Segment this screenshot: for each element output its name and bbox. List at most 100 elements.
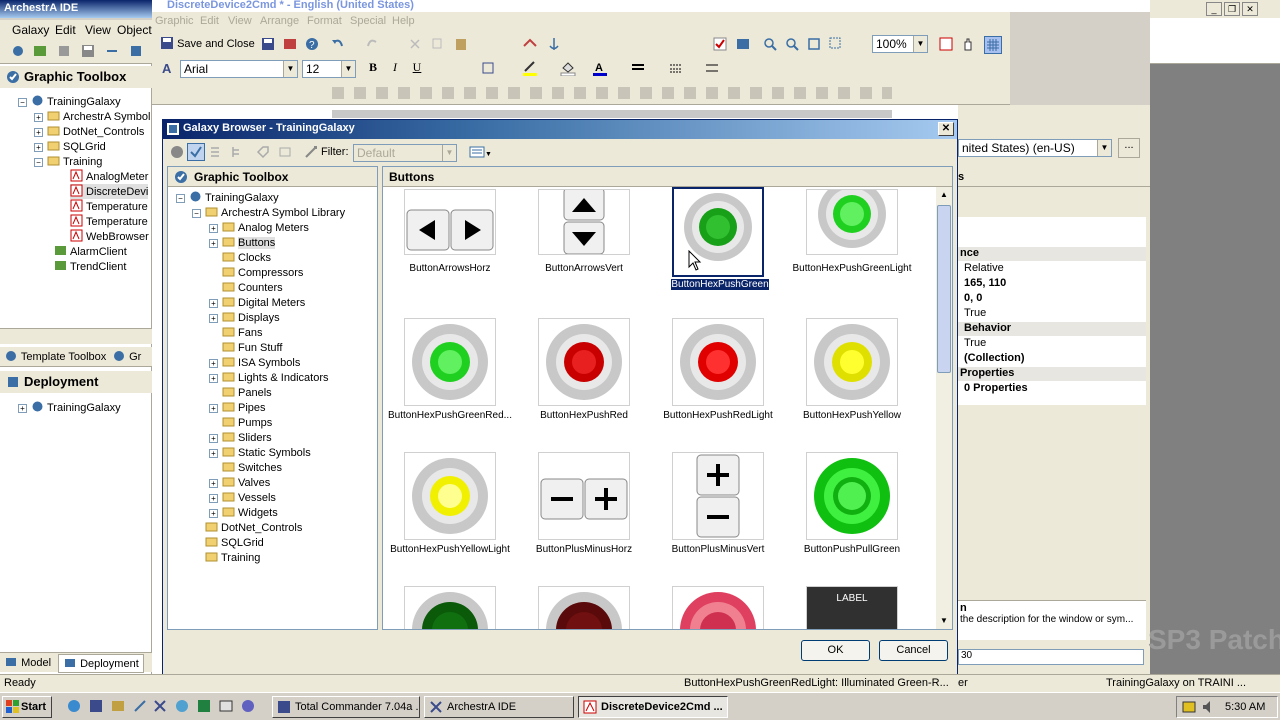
help-icon[interactable]: ?	[304, 36, 322, 54]
dlg-tree-buttons[interactable]: + Buttons	[209, 235, 276, 250]
tab-graphic-toolbox[interactable]: Gr	[112, 350, 141, 363]
menu-object[interactable]: Object	[117, 23, 152, 37]
toolbar-icon[interactable]	[282, 36, 300, 54]
menu-edit[interactable]: Edit	[55, 23, 76, 37]
list-icon[interactable]	[207, 144, 225, 162]
property-row[interactable]: True	[958, 337, 1146, 351]
check-icon[interactable]	[712, 36, 730, 54]
tree-item-trendclient[interactable]: TrendClient	[54, 259, 126, 274]
menu-edit[interactable]: Edit	[200, 15, 219, 27]
symbol-tile[interactable]: ButtonHexPushRedLight	[651, 318, 785, 452]
dlg-tree-sqlgrid[interactable]: SQLGrid	[205, 535, 264, 550]
zoom-select-icon[interactable]	[828, 36, 846, 54]
toolbar-icon[interactable]	[277, 144, 295, 162]
tree-item-archestra[interactable]: + ArchestrA Symbol	[34, 109, 150, 124]
fill-color-icon[interactable]	[560, 60, 578, 78]
bottom-value-field[interactable]: 30	[958, 649, 1144, 665]
line-style-icon[interactable]	[668, 60, 686, 78]
dlg-tree-training[interactable]: Training	[205, 550, 260, 565]
scroll-down-icon[interactable]: ▼	[936, 613, 952, 629]
dlg-tree-static-symbols[interactable]: + Static Symbols	[209, 445, 311, 460]
deployment-tree-traininggalaxy[interactable]: + TrainingGalaxy	[18, 400, 121, 415]
ok-button[interactable]: OK	[801, 640, 870, 661]
line-weight-icon[interactable]	[630, 60, 648, 78]
symbol-tile[interactable]: ButtonHexPushYellowLight	[383, 452, 517, 586]
toolbar-icon[interactable]	[522, 36, 540, 54]
close-icon[interactable]: ✕	[1242, 2, 1258, 16]
dlg-tree-panels[interactable]: Panels	[222, 385, 272, 400]
save-icon[interactable]	[80, 43, 98, 61]
tree-item-discretedevice[interactable]: DiscreteDevi	[70, 184, 149, 199]
symbol-tile[interactable]: ButtonHexPushGreen	[651, 187, 785, 323]
symbol-tile[interactable]: LABEL	[785, 586, 919, 629]
restore-icon[interactable]: ❐	[1224, 2, 1240, 16]
symbol-tile[interactable]: ButtonHexPushGreenLight	[785, 180, 919, 323]
symbol-tile[interactable]: ButtonHexPushRed	[517, 318, 651, 452]
tab-template-toolbox[interactable]: Template Toolbox	[4, 350, 106, 363]
symbol-tile[interactable]: ButtonHexPushGreenRed...	[383, 318, 517, 452]
font-size-select[interactable]: 12 ▼	[302, 60, 356, 78]
close-icon[interactable]: ✕	[938, 122, 954, 136]
tree-item-temperature[interactable]: Temperature	[70, 199, 148, 214]
font-icon[interactable]: A	[160, 60, 178, 78]
menu-special[interactable]: Special	[350, 15, 386, 27]
scroll-thumb[interactable]	[937, 205, 951, 373]
symbol-tile[interactable]: ButtonPlusMinusVert	[651, 452, 785, 586]
symbol-tile[interactable]: ButtonPushPullGreen	[785, 452, 919, 586]
toolbar-icon[interactable]	[110, 698, 126, 717]
view-mode-icon[interactable]: ▼	[469, 144, 497, 162]
task-archestra-ide[interactable]: ArchestrA IDE	[424, 696, 574, 718]
symbol-tile[interactable]: ButtonArrowsHorz	[383, 189, 517, 323]
filter-select[interactable]: Default ▼	[353, 144, 457, 162]
locale-select[interactable]: nited States) (en-US) ▼	[958, 139, 1112, 157]
toolbar-icon[interactable]	[174, 698, 190, 717]
dlg-tree-clocks[interactable]: Clocks	[222, 250, 271, 265]
tree-item-analogmeter[interactable]: AnalogMeter	[70, 169, 148, 184]
redo-icon[interactable]	[364, 36, 382, 54]
dlg-tree-displays[interactable]: + Displays	[209, 310, 280, 325]
save-icon[interactable]	[88, 698, 104, 717]
dlg-tree-sliders[interactable]: + Sliders	[209, 430, 272, 445]
dlg-tree-digital-meters[interactable]: + Digital Meters	[209, 295, 305, 310]
property-row[interactable]: 0, 0	[958, 292, 1146, 306]
toolbar-icon[interactable]	[10, 43, 28, 61]
line-color-icon[interactable]	[522, 60, 540, 78]
tree-item-webbrowser[interactable]: WebBrowser	[70, 229, 149, 244]
grid-icon[interactable]	[984, 36, 1002, 54]
menu-arrange[interactable]: Arrange	[260, 15, 299, 27]
tag-icon[interactable]	[255, 144, 273, 162]
dlg-tree-pumps[interactable]: Pumps	[222, 415, 272, 430]
dlg-tree-pipes[interactable]: + Pipes	[209, 400, 266, 415]
task-total-commander[interactable]: Total Commander 7.04a ...	[272, 696, 420, 718]
italic-icon[interactable]: I	[386, 60, 404, 78]
tree-item-sqlgrid[interactable]: + SQLGrid	[34, 139, 106, 154]
font-family-select[interactable]: Arial ▼	[180, 60, 298, 78]
dlg-tree-vessels[interactable]: + Vessels	[209, 490, 276, 505]
tab-model[interactable]: Model	[4, 656, 51, 669]
toolbar-icon[interactable]	[938, 36, 956, 54]
menu-help[interactable]: Help	[392, 15, 415, 27]
dlg-tree-analog-meters[interactable]: + Analog Meters	[209, 220, 309, 235]
tree-item-traininggalaxy[interactable]: − TrainingGalaxy	[18, 94, 121, 109]
underline-icon[interactable]: U	[408, 60, 426, 78]
toolbar-icon[interactable]	[56, 43, 74, 61]
locale-more-button[interactable]: ...	[1118, 138, 1140, 158]
cancel-button[interactable]: Cancel	[879, 640, 948, 661]
dlg-tree-isa-symbols[interactable]: + ISA Symbols	[209, 355, 300, 370]
horizontal-scrollbar[interactable]	[0, 328, 152, 344]
menu-view[interactable]: View	[228, 15, 252, 27]
cut-icon[interactable]	[407, 36, 425, 54]
tree-item-training[interactable]: − Training	[34, 154, 102, 169]
zoom-select[interactable]: 100% ▼	[872, 35, 928, 53]
symbol-tile[interactable]: ButtonPlusMinusHorz	[517, 452, 651, 586]
symbol-tile[interactable]	[651, 586, 785, 629]
toolbar-icon[interactable]	[240, 698, 256, 717]
scroll-up-icon[interactable]: ▲	[936, 187, 952, 203]
tree-item-alarmclient[interactable]: AlarmClient	[54, 244, 127, 259]
dlg-tree-dotnet[interactable]: DotNet_Controls	[205, 520, 302, 535]
line-ends-icon[interactable]	[704, 60, 722, 78]
menu-galaxy[interactable]: Galaxy	[12, 23, 49, 37]
tree-item-dotnet[interactable]: + DotNet_Controls	[34, 124, 144, 139]
bold-icon[interactable]: B	[364, 60, 382, 78]
toolbar-icon[interactable]	[735, 36, 753, 54]
